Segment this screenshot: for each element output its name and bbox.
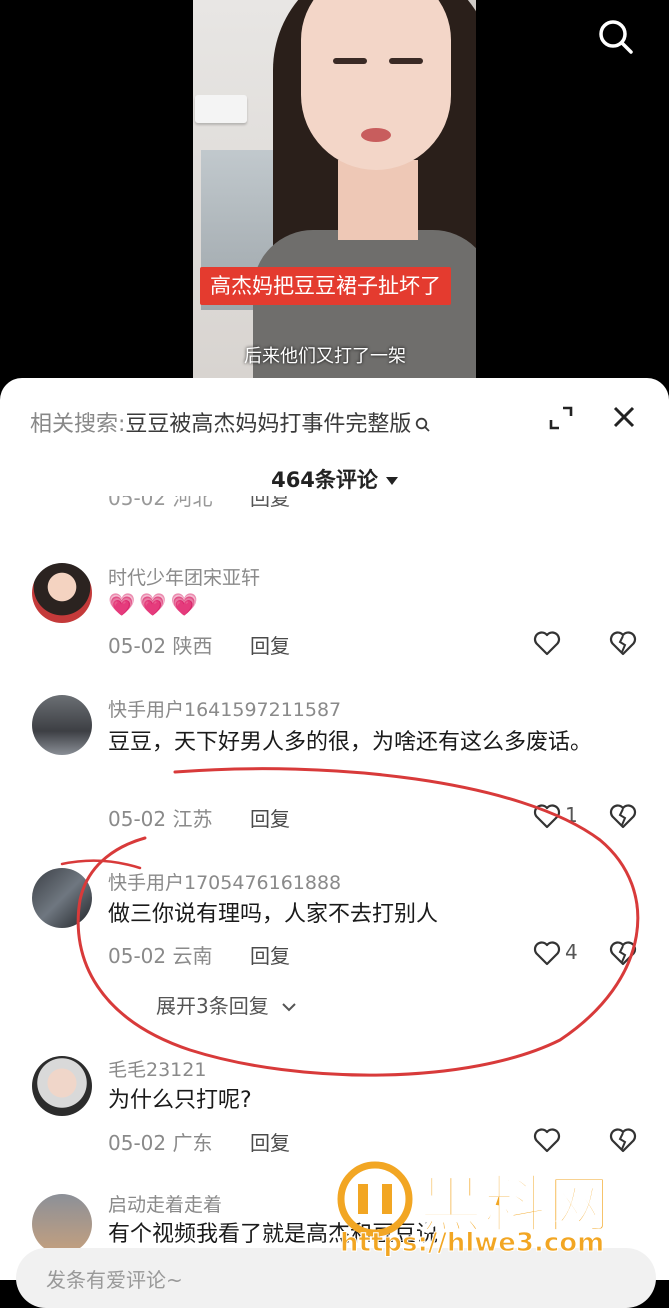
broken-heart-icon[interactable] [609,940,637,966]
comment-input[interactable]: 发条有爱评论~ [16,1248,656,1308]
comment-sheet: 相关搜索:豆豆被高杰妈妈打事件完整版 464条评论 05-02 河北 回复 [0,378,669,1280]
comment-count-dropdown[interactable]: 464条评论 [0,464,669,494]
avatar[interactable] [32,563,92,623]
heart-icon[interactable] [533,940,561,966]
broken-heart-icon[interactable] [609,630,637,656]
comment-username[interactable]: 毛毛23121 [108,1055,206,1082]
heart-icon[interactable] [533,803,561,829]
search-icon[interactable] [596,17,636,57]
heart-icon[interactable] [533,630,561,656]
avatar[interactable] [32,1056,92,1116]
avatar[interactable] [32,1194,92,1254]
close-icon[interactable] [610,403,638,431]
related-search-term[interactable]: 豆豆被高杰妈妈打事件完整版 [125,412,411,437]
comment-meta: 05-02 云南 [108,944,213,968]
comment-text: 为什么只打呢? [108,1088,252,1113]
expand-replies-button[interactable]: 展开3条回复 [156,990,297,1019]
fullscreen-icon[interactable] [548,405,574,431]
like-count: 1 [565,803,578,827]
comment-text: 有个视频我看了就是高杰和豆豆说 [108,1222,439,1247]
video-person-face [301,0,451,170]
broken-heart-icon[interactable] [609,1127,637,1153]
related-search-label: 相关搜索: [30,412,126,437]
chevron-down-icon [282,1003,296,1012]
video-person-shirt [253,230,476,400]
broken-heart-icon[interactable] [609,803,637,829]
heart-icon[interactable] [533,1127,561,1153]
video-caption: 高杰妈把豆豆裙子扯坏了 [200,267,451,305]
comment-meta: 05-02 广东 [108,1131,213,1155]
related-search[interactable]: 相关搜索:豆豆被高杰妈妈打事件完整版 [30,406,431,438]
caret-down-icon [385,477,398,485]
video-person-eye-right [389,58,423,64]
video-player[interactable]: 高杰妈把豆豆裙子扯坏了 后来他们又打了一架 [0,0,669,400]
video-air-conditioner [195,95,247,123]
reply-button[interactable]: 回复 [250,940,290,969]
comment-meta: 05-02 陕西 [108,634,213,658]
comment-username[interactable]: 快手用户1641597211587 [108,695,341,722]
avatar[interactable] [32,868,92,928]
comment-count: 464条评论 [271,468,378,492]
video-frame[interactable] [193,0,476,400]
reply-button[interactable]: 回复 [250,496,290,511]
comment-username[interactable]: 时代少年团宋亚轩 [108,563,260,590]
related-search-icon [416,417,431,432]
comment-username[interactable]: 启动走着走着 [108,1190,222,1217]
reply-button[interactable]: 回复 [250,630,290,659]
comment-username[interactable]: 快手用户1705476161888 [108,868,341,895]
reply-button[interactable]: 回复 [250,803,290,832]
comment-meta: 05-02 江苏 [108,807,213,831]
comment-meta: 05-02 河北 [108,496,213,510]
video-person-eye-left [333,58,367,64]
video-person-mouth [361,128,391,142]
video-person-neck [338,160,418,240]
reply-button[interactable]: 回复 [250,1127,290,1156]
avatar[interactable] [32,695,92,755]
expand-replies-label: 展开3条回复 [156,994,269,1018]
video-subtitle: 后来他们又打了一架 [244,346,406,367]
comment-text: 💗💗💗 [108,593,203,618]
like-count: 4 [565,940,578,964]
comment-text: 豆豆，天下好男人多的很，为啥还有这么多废话。 [108,730,593,755]
comment-text: 做三你说有理吗，人家不去打别人 [108,902,439,927]
comment-input-placeholder: 发条有爱评论~ [46,1268,183,1292]
clipped-comment-row: 05-02 河北 回复 [0,496,669,524]
